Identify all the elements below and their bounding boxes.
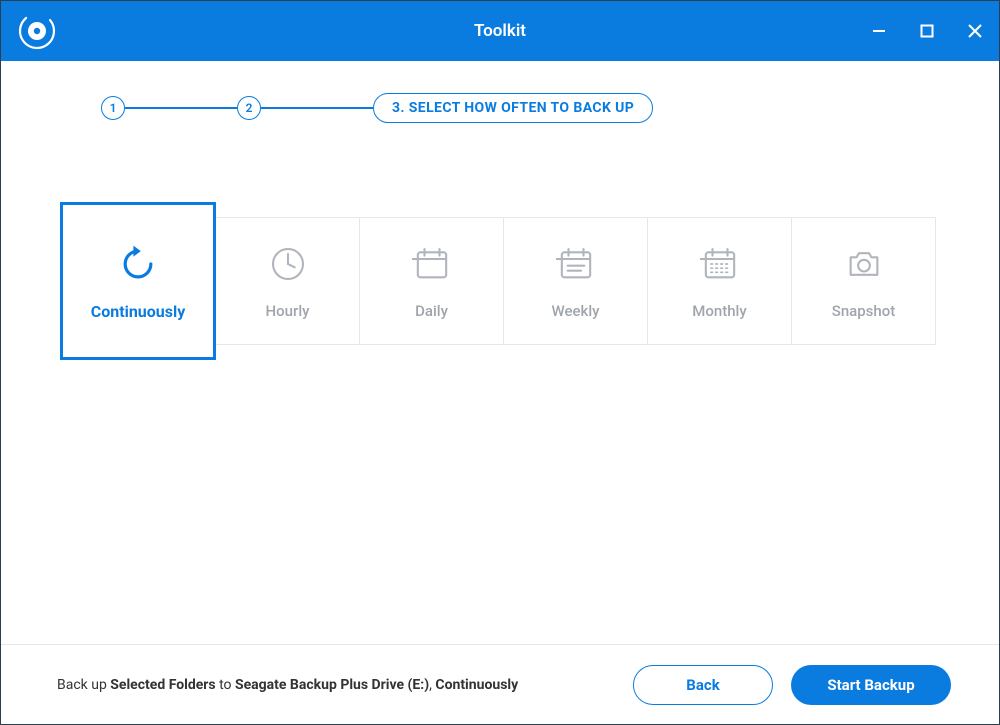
- option-label: Continuously: [91, 302, 186, 321]
- summary-frequency: Continuously: [435, 677, 518, 693]
- step-1[interactable]: 1: [101, 96, 125, 120]
- step-line: [125, 107, 237, 109]
- app-logo-icon: [17, 11, 57, 51]
- footer: Back up Selected Folders to Seagate Back…: [1, 644, 999, 724]
- step-3-current: 3. SELECT HOW OFTEN TO BACK UP: [373, 93, 653, 123]
- wizard-stepper: 1 2 3. SELECT HOW OFTEN TO BACK UP: [101, 93, 999, 123]
- close-button[interactable]: [965, 21, 985, 41]
- calendar-day-icon: [410, 242, 454, 286]
- window-title: Toolkit: [1, 21, 999, 41]
- option-label: Hourly: [266, 302, 310, 320]
- footer-buttons: Back Start Backup: [633, 665, 951, 705]
- step-2[interactable]: 2: [237, 96, 261, 120]
- option-label: Snapshot: [832, 302, 896, 320]
- main-content: 1 2 3. SELECT HOW OFTEN TO BACK UP Conti…: [1, 61, 999, 644]
- option-snapshot[interactable]: Snapshot: [792, 217, 936, 345]
- step-line: [261, 107, 373, 109]
- continuous-icon: [116, 242, 160, 286]
- calendar-week-icon: [554, 242, 598, 286]
- camera-icon: [842, 242, 886, 286]
- start-backup-button[interactable]: Start Backup: [791, 665, 951, 705]
- summary-folders: Selected Folders: [110, 677, 215, 693]
- back-button[interactable]: Back: [633, 665, 773, 705]
- minimize-button[interactable]: [869, 21, 889, 41]
- maximize-button[interactable]: [917, 21, 937, 41]
- summary-prefix: Back up: [57, 677, 110, 693]
- titlebar: Toolkit: [1, 1, 999, 61]
- backup-summary: Back up Selected Folders to Seagate Back…: [57, 677, 518, 693]
- option-daily[interactable]: Daily: [360, 217, 504, 345]
- option-monthly[interactable]: Monthly: [648, 217, 792, 345]
- app-window: Toolkit 1 2 3. SELECT HOW OFTEN TO BACK …: [0, 0, 1000, 725]
- clock-icon: [266, 242, 310, 286]
- option-weekly[interactable]: Weekly: [504, 217, 648, 345]
- window-controls: [869, 21, 999, 41]
- calendar-month-icon: [698, 242, 742, 286]
- option-label: Weekly: [551, 302, 599, 320]
- summary-drive: Seagate Backup Plus Drive (E:): [235, 677, 429, 693]
- option-label: Monthly: [692, 302, 746, 320]
- option-continuously[interactable]: Continuously: [60, 202, 216, 360]
- option-label: Daily: [415, 302, 448, 320]
- option-hourly[interactable]: Hourly: [216, 217, 360, 345]
- frequency-options: Continuously Hourly: [60, 217, 940, 345]
- summary-to: to: [216, 677, 235, 693]
